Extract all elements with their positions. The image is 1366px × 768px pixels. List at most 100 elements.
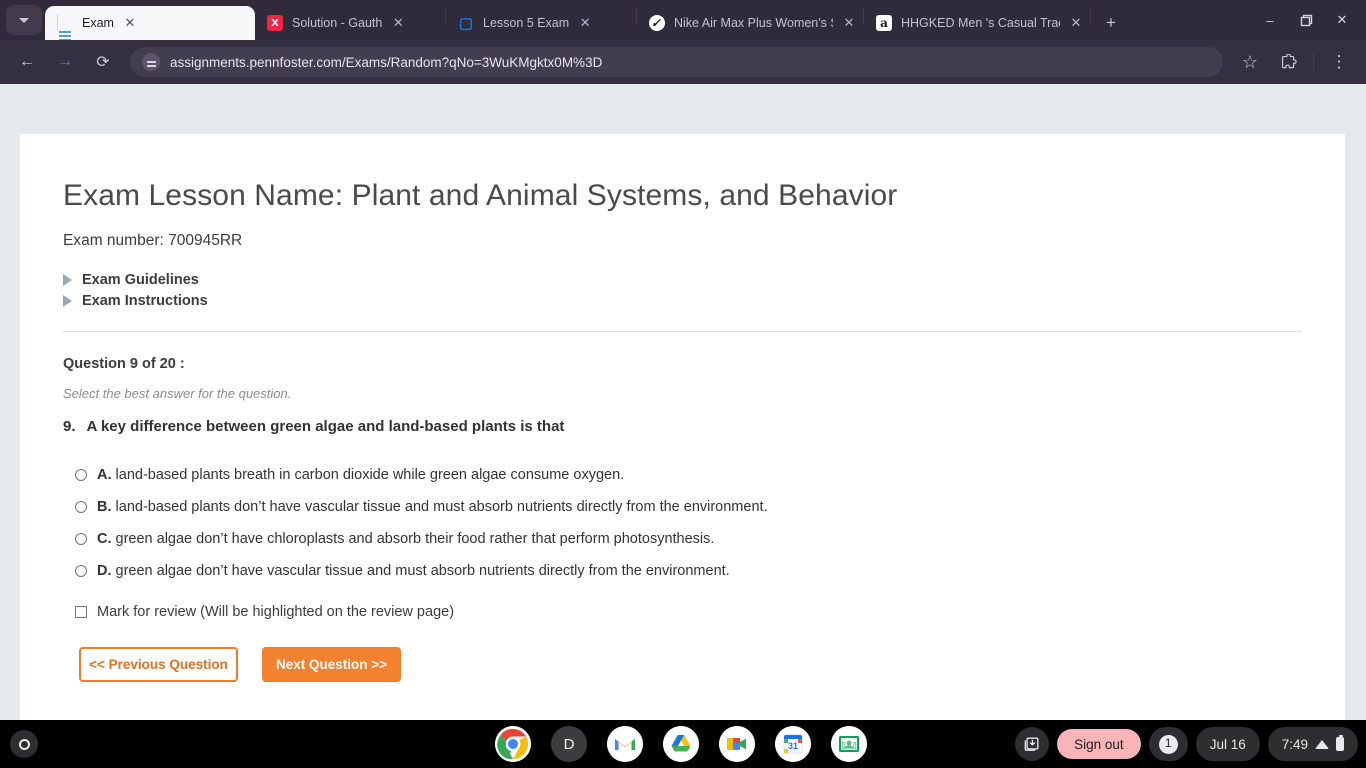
minimize-button[interactable]: – <box>1252 3 1288 37</box>
toolbar-right-actions: ☆ ⋮ <box>1231 46 1358 78</box>
system-tray-button[interactable]: 7:49 <box>1267 727 1358 761</box>
shelf-app-list: D 31 <box>495 726 867 762</box>
chevron-right-icon <box>63 274 72 286</box>
radio-button-b[interactable] <box>75 501 87 514</box>
browser-tab-exam[interactable]: Exam ✕ <box>45 6 255 60</box>
option-letter-d: D. <box>97 563 112 580</box>
disclosure-label: Exam Instructions <box>82 293 208 309</box>
radio-button-a[interactable] <box>75 469 87 481</box>
maximize-restore-button[interactable] <box>1288 3 1324 37</box>
launcher-circle-icon <box>18 738 30 750</box>
question-number: 9. <box>63 418 76 435</box>
launcher-button[interactable] <box>10 730 38 758</box>
section-divider <box>63 331 1302 332</box>
option-letter-c: C. <box>97 531 112 548</box>
new-tab-button[interactable]: + <box>1097 9 1125 37</box>
sign-out-button[interactable]: Sign out <box>1057 729 1141 759</box>
date-button[interactable]: Jul 16 <box>1195 727 1260 761</box>
tab-close-button[interactable]: ✕ <box>839 13 859 33</box>
shelf-app-google-drive[interactable] <box>663 726 699 762</box>
browser-tab-nike[interactable]: ✓ Nike Air Max Plus Women's S ✕ <box>637 6 863 40</box>
shelf-app-google-meet[interactable] <box>719 726 755 762</box>
shelf-time: 7:49 <box>1281 736 1308 752</box>
page-viewport: Exam Lesson Name: Plant and Animal Syste… <box>0 84 1366 720</box>
answer-option-d[interactable]: D. green algae don’t have vascular tissu… <box>63 562 1301 580</box>
page-title: Exam Lesson Name: Plant and Animal Syste… <box>63 179 898 212</box>
forward-button[interactable]: → <box>49 46 81 78</box>
tab-close-button[interactable]: ✕ <box>1066 13 1086 33</box>
svg-text:31: 31 <box>788 741 798 751</box>
answer-option-a[interactable]: A. land-based plants breath in carbon di… <box>63 466 1301 484</box>
address-bar[interactable]: assignments.pennfoster.com/Exams/Random?… <box>130 47 1223 77</box>
shelf-date: Jul 16 <box>1209 736 1246 752</box>
answer-option-c[interactable]: C. green algae don’t have chloroplasts a… <box>63 530 1301 548</box>
notification-badge-button[interactable]: 1 <box>1148 727 1188 761</box>
shelf-app-docs-shortcut[interactable]: D <box>551 726 587 762</box>
browser-window: Exam ✕ X Solution - Gauth ✕ ▢ Lesson 5 E… <box>0 0 1366 720</box>
document-favicon <box>57 14 73 60</box>
answer-options: A. land-based plants breath in carbon di… <box>63 466 1301 581</box>
browser-tab-lesson-5-exam[interactable]: ▢ Lesson 5 Exam ✕ <box>446 6 636 40</box>
wifi-icon <box>1315 739 1329 749</box>
navigation-buttons: << Previous Question Next Question >> <box>63 646 1301 682</box>
radio-button-d[interactable] <box>75 565 87 578</box>
answer-option-b-text: B. land-based plants don’t have vascular… <box>97 498 768 516</box>
close-window-button[interactable]: ✕ <box>1324 3 1360 37</box>
shelf-app-google-classroom[interactable] <box>831 726 867 762</box>
tab-strip: Exam ✕ X Solution - Gauth ✕ ▢ Lesson 5 E… <box>0 0 1366 60</box>
shelf-app-label: D <box>563 735 575 753</box>
tab-close-button[interactable]: ✕ <box>120 13 140 33</box>
gauth-favicon: X <box>267 15 283 31</box>
answer-option-c-text: C. green algae don’t have chloroplasts a… <box>97 530 714 548</box>
shelf-app-gmail[interactable] <box>607 726 643 762</box>
tab-title: Solution - Gauth <box>292 16 383 30</box>
option-letter-b: B. <box>97 499 112 516</box>
toolbar-divider <box>1313 53 1314 71</box>
downloads-tray-button[interactable] <box>1015 727 1050 761</box>
tab-title: Exam <box>82 16 114 30</box>
question-text: A key difference between green algae and… <box>86 418 565 435</box>
window-controls: – ✕ <box>1252 0 1366 40</box>
lesson-favicon: ▢ <box>458 15 474 32</box>
site-settings-icon[interactable] <box>142 53 160 71</box>
option-body-a: land-based plants breath in carbon dioxi… <box>115 467 625 483</box>
shelf-app-google-calendar[interactable]: 31 <box>775 726 811 762</box>
question-text-row: 9. A key difference between green algae … <box>63 418 1301 435</box>
disclosure-label: Exam Guidelines <box>82 272 199 288</box>
amazon-favicon: a <box>876 15 892 31</box>
disclosure-exam-instructions[interactable]: Exam Instructions <box>63 293 1301 309</box>
answer-option-a-text: A. land-based plants breath in carbon di… <box>97 466 624 484</box>
mark-for-review-row[interactable]: Mark for review (Will be highlighted on … <box>63 604 1301 620</box>
chevron-down-icon <box>19 17 29 23</box>
browser-tab-amazon[interactable]: a HHGKED Men 's Casual Track ✕ <box>864 6 1090 40</box>
extensions-puzzle-icon[interactable] <box>1272 46 1304 78</box>
mark-for-review-checkbox[interactable] <box>75 605 87 618</box>
tab-title: HHGKED Men 's Casual Track <box>901 16 1060 30</box>
back-button[interactable]: ← <box>11 46 43 78</box>
mark-for-review-label: Mark for review (Will be highlighted on … <box>97 603 455 620</box>
question-counter: Question 9 of 20 : <box>63 356 185 372</box>
nike-favicon: ✓ <box>649 15 665 31</box>
option-body-d: green algae don’t have vascular tissue a… <box>115 563 730 580</box>
previous-question-button[interactable]: << Previous Question <box>79 646 238 682</box>
browser-menu-button[interactable]: ⋮ <box>1323 46 1355 78</box>
answer-option-b[interactable]: B. land-based plants don’t have vascular… <box>63 498 1301 516</box>
browser-toolbar: ← → ⟳ assignments.pennfoster.com/Exams/R… <box>0 40 1366 84</box>
tab-title: Lesson 5 Exam <box>483 16 570 30</box>
address-bar-url: assignments.pennfoster.com/Exams/Random?… <box>170 54 603 70</box>
shelf-status-area: Sign out 1 Jul 16 7:49 <box>1015 726 1358 762</box>
battery-icon <box>1336 735 1344 751</box>
disclosure-exam-guidelines[interactable]: Exam Guidelines <box>63 272 1301 288</box>
browser-tab-solution-gauth[interactable]: X Solution - Gauth ✕ <box>255 6 445 40</box>
tab-close-button[interactable]: ✕ <box>575 13 595 33</box>
next-question-button[interactable]: Next Question >> <box>262 646 401 682</box>
bookmark-star-icon[interactable]: ☆ <box>1234 46 1266 78</box>
tab-search-button[interactable] <box>6 5 42 35</box>
question-instruction: Select the best answer for the question. <box>63 386 292 401</box>
tab-title: Nike Air Max Plus Women's S <box>674 16 833 30</box>
shelf-app-chrome[interactable] <box>495 726 531 762</box>
tab-close-button[interactable]: ✕ <box>388 13 408 33</box>
reload-button[interactable]: ⟳ <box>87 46 119 78</box>
answer-option-d-text: D. green algae don’t have vascular tissu… <box>97 562 730 580</box>
radio-button-c[interactable] <box>75 533 87 546</box>
